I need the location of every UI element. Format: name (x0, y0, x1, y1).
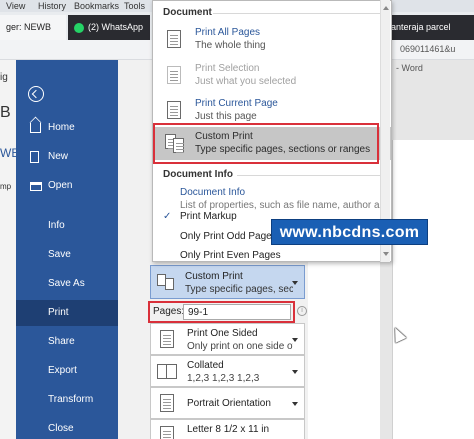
option-sub: The whole thing (195, 40, 266, 51)
nav-info[interactable]: Info (16, 213, 118, 239)
section-doc-info-heading: Document Info (163, 169, 233, 180)
option-even-pages[interactable]: Only Print Even Pages (153, 248, 391, 264)
tab-anteraja[interactable]: anteraja parcel (385, 15, 474, 40)
word-left-edge: ig B WE mp (0, 60, 19, 439)
nav-share[interactable]: Share (16, 329, 118, 355)
option-sub: Just this page (195, 111, 257, 122)
nav-export[interactable]: Export (16, 358, 118, 384)
nav-save[interactable]: Save (16, 242, 118, 268)
paper-size-icon (157, 426, 179, 439)
scroll-down-icon[interactable] (383, 252, 389, 256)
folder-open-icon (30, 182, 42, 191)
nav-open-label: Open (48, 180, 73, 191)
option-document-info[interactable]: Document Info (180, 187, 245, 198)
nav-home[interactable]: Home (16, 115, 118, 141)
preview-page (392, 140, 474, 439)
option-print-markup-label: Print Markup (180, 211, 237, 222)
backstage-nav: Home New Open Info Save Save As Print Sh… (16, 60, 118, 439)
all-pages-icon (165, 30, 185, 50)
option-title: Print Selection (195, 63, 260, 74)
collation-sub: 1,2,3 1,2,3 1,2,3 (187, 373, 260, 384)
chevron-down-icon (292, 402, 298, 406)
section-divider (237, 175, 383, 176)
sides-sub: Only print on one side of the page (187, 341, 293, 352)
one-sided-icon (157, 330, 179, 349)
info-icon[interactable]: i (297, 306, 307, 316)
whatsapp-icon (74, 22, 84, 33)
nav-new-label: New (48, 151, 69, 162)
section-divider (213, 13, 383, 14)
menu-view[interactable]: View (6, 0, 25, 12)
pages-label: Pages: (153, 306, 185, 317)
new-doc-icon (30, 151, 39, 163)
scroll-up-icon[interactable] (383, 6, 389, 10)
option-print-selection[interactable]: Print Selection Just what you selected (153, 59, 391, 92)
url-fragment: 069011461&u (400, 44, 456, 54)
nav-open[interactable]: Open (16, 173, 118, 199)
sides-title: Print One Sided (187, 328, 258, 339)
nav-transform[interactable]: Transform (16, 387, 118, 413)
left-fragment-2: B (0, 104, 11, 121)
option-print-all-pages[interactable]: Print All Pages The whole thing (153, 23, 391, 56)
menu-tools[interactable]: Tools (124, 0, 145, 12)
orientation-title: Portrait Orientation (187, 398, 271, 409)
tab-newb[interactable]: ger: NEWB (0, 15, 66, 40)
section-document-heading: Document (163, 7, 212, 18)
nav-save-as[interactable]: Save As (16, 271, 118, 297)
option-title: Print All Pages (195, 27, 261, 38)
collation-title: Collated (187, 360, 224, 371)
home-icon (30, 123, 41, 133)
chevron-down-icon (292, 338, 298, 342)
collation-dropdown[interactable]: Collated 1,2,3 1,2,3 1,2,3 (150, 355, 305, 387)
word-title-fragment: - Word (396, 63, 423, 73)
left-fragment-4: mp (0, 182, 12, 191)
back-arrow-icon[interactable] (28, 86, 44, 102)
tab-whatsapp[interactable]: (2) WhatsApp (68, 15, 150, 40)
pages-input[interactable] (183, 304, 291, 320)
paper-size-title: Letter 8 1/2 x 11 in (187, 424, 270, 435)
print-range-sub: Type specific pages, sections or ranges (185, 284, 293, 295)
option-sub: Just what you selected (195, 76, 297, 87)
current-page-icon (165, 101, 185, 121)
chevron-down-icon (292, 370, 298, 374)
custom-print-icon (157, 274, 177, 291)
orientation-dropdown[interactable]: Portrait Orientation (150, 387, 305, 419)
portrait-icon (157, 394, 179, 413)
watermark-banner: www.nbcdns.com (271, 219, 428, 245)
menu-bookmarks[interactable]: Bookmarks (74, 0, 119, 12)
nav-home-label: Home (48, 122, 75, 133)
print-range-title: Custom Print (185, 271, 243, 282)
left-fragment-1: ig (0, 72, 8, 83)
paper-size-dropdown[interactable]: Letter 8 1/2 x 11 in (150, 419, 305, 439)
chevron-down-icon (292, 281, 298, 285)
nav-print[interactable]: Print (16, 300, 118, 326)
custom-print-highlight-box (153, 123, 379, 164)
nav-close[interactable]: Close (16, 416, 118, 439)
option-title: Print Current Page (195, 98, 278, 109)
sides-dropdown[interactable]: Print One Sided Only print on one side o… (150, 323, 305, 355)
nav-new[interactable]: New (16, 144, 118, 170)
collated-icon (157, 362, 179, 381)
menu-history[interactable]: History (38, 0, 66, 12)
pages-field-highlight: Pages: (148, 301, 295, 323)
checkmark-icon: ✓ (163, 211, 172, 222)
selection-icon (165, 66, 185, 86)
print-range-dropdown[interactable]: Custom Print Type specific pages, sectio… (150, 265, 305, 299)
tab-whatsapp-label: (2) WhatsApp (88, 22, 144, 32)
